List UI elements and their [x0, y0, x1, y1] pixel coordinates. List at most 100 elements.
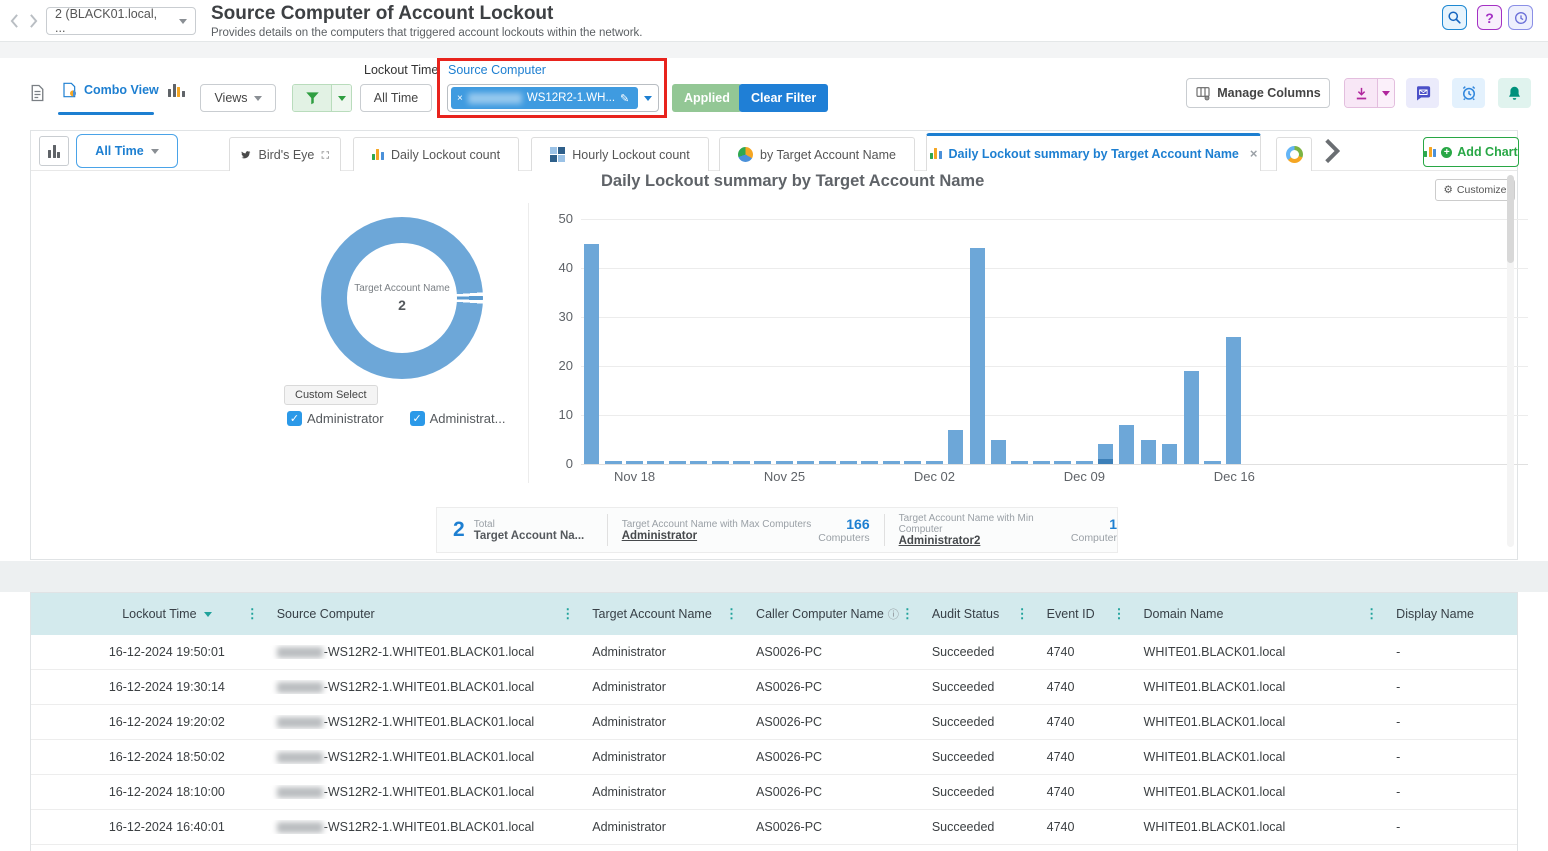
bar-segment-administrator[interactable] — [970, 248, 985, 464]
domain-context-selector[interactable]: 2 (BLACK01.local, ... — [46, 7, 196, 35]
search-button[interactable] — [1442, 5, 1467, 30]
clear-filter-button[interactable]: Clear Filter — [739, 84, 828, 112]
stat-max-name-link[interactable]: Administrator — [622, 530, 812, 542]
bar-slot-10[interactable] — [795, 219, 816, 464]
bar-slot-26[interactable] — [1138, 219, 1159, 464]
schedule-button[interactable] — [1452, 78, 1485, 108]
history-button[interactable] — [1508, 5, 1533, 30]
forward-icon[interactable] — [25, 8, 42, 34]
table-row-6[interactable]: 16-12-2024 16:40:01-WS12R2-1.WHITE01.BLA… — [31, 810, 1517, 845]
stat-min-name-link[interactable]: Administrator2 — [899, 535, 1071, 547]
bar-segment-administrator[interactable] — [991, 440, 1006, 465]
applied-button[interactable]: Applied — [672, 84, 742, 112]
manage-columns-button[interactable]: Manage Columns — [1186, 78, 1330, 108]
edit-pencil-icon[interactable]: ✎ — [620, 92, 629, 105]
expand-icon[interactable] — [321, 149, 330, 161]
column-menu-icon[interactable]: ⋮ — [246, 606, 259, 622]
bar-slot-3[interactable] — [645, 219, 666, 464]
chart-view-button[interactable] — [168, 84, 185, 102]
bar-slot-2[interactable] — [624, 219, 645, 464]
bar-segment-administrator[interactable] — [1119, 425, 1134, 464]
table-row-1[interactable]: 16-12-2024 19:50:01-WS12R2-1.WHITE01.BLA… — [31, 635, 1517, 670]
bar-slot-23[interactable] — [1073, 219, 1094, 464]
bar-slot-28[interactable] — [1180, 219, 1201, 464]
bar-slot-13[interactable] — [859, 219, 880, 464]
filter-dropdown[interactable] — [331, 85, 351, 111]
bar-slot-7[interactable] — [731, 219, 752, 464]
bar-slot-9[interactable] — [774, 219, 795, 464]
tab-combo-view[interactable]: Combo View — [62, 82, 159, 98]
custom-select-button[interactable]: Custom Select — [284, 385, 378, 405]
legend-item-2[interactable]: ✓Administrat... — [410, 411, 506, 426]
bar-segment-administrator[interactable] — [584, 244, 599, 465]
grid-view-button[interactable] — [30, 84, 45, 107]
feedback-button[interactable] — [1406, 78, 1439, 108]
table-row-3[interactable]: 16-12-2024 19:20:02-WS12R2-1.WHITE01.BLA… — [31, 705, 1517, 740]
sort-caret-icon[interactable] — [204, 612, 212, 617]
table-row-2[interactable]: 16-12-2024 19:30:14-WS12R2-1.WHITE01.BLA… — [31, 670, 1517, 705]
bar-slot-11[interactable] — [816, 219, 837, 464]
filter-button[interactable] — [293, 85, 331, 111]
bar-segment-administrator[interactable] — [1141, 440, 1156, 465]
tabs-scroll-next[interactable] — [1324, 139, 1340, 168]
bar-segment-administrator[interactable] — [1226, 337, 1241, 464]
column-menu-icon[interactable]: ⋮ — [1113, 606, 1126, 622]
chart-tab-2[interactable]: Daily Lockout count — [353, 137, 519, 171]
bar-segment-administrator[interactable] — [1162, 444, 1177, 464]
info-icon[interactable]: ⓘ — [888, 606, 899, 622]
customize-button[interactable]: ⚙ Customize — [1435, 179, 1515, 201]
bar-slot-15[interactable] — [902, 219, 923, 464]
bar-slot-29[interactable] — [1202, 219, 1223, 464]
bar-segment-administrator[interactable] — [1184, 371, 1199, 464]
back-icon[interactable] — [6, 8, 23, 34]
bar-slot-25[interactable] — [1116, 219, 1137, 464]
column-menu-icon[interactable]: ⋮ — [1016, 606, 1029, 622]
chart-tab-4[interactable]: by Target Account Name — [719, 137, 915, 171]
column-menu-icon[interactable]: ⋮ — [561, 606, 574, 622]
bar-slot-8[interactable] — [752, 219, 773, 464]
bar-slot-22[interactable] — [1052, 219, 1073, 464]
column-menu-icon[interactable]: ⋮ — [1365, 606, 1378, 622]
lockout-time-dropdown[interactable]: All Time — [360, 84, 432, 112]
chart-tab-5[interactable]: Daily Lockout summary by Target Account … — [926, 133, 1261, 171]
bar-slot-5[interactable] — [688, 219, 709, 464]
chart-scrollbar-thumb[interactable] — [1507, 175, 1514, 263]
bar-slot-24[interactable] — [1095, 219, 1116, 464]
legend-item-1[interactable]: ✓Administrator — [287, 411, 384, 426]
bar-slot-21[interactable] — [1031, 219, 1052, 464]
help-button[interactable]: ? — [1477, 5, 1502, 30]
checkbox-checked-icon[interactable]: ✓ — [287, 411, 302, 426]
chart-type-button[interactable] — [39, 136, 69, 166]
bar-slot-19[interactable] — [988, 219, 1009, 464]
bar-slot-18[interactable] — [966, 219, 987, 464]
bar-slot-4[interactable] — [667, 219, 688, 464]
chart-tab-3[interactable]: Hourly Lockout count — [531, 137, 709, 171]
bar-slot-6[interactable] — [709, 219, 730, 464]
chart-tab-1[interactable]: Bird's Eye — [229, 137, 341, 171]
bar-segment-administrator[interactable] — [948, 430, 963, 464]
chip-remove-icon[interactable]: × — [457, 93, 463, 104]
table-row-4[interactable]: 16-12-2024 18:50:02-WS12R2-1.WHITE01.BLA… — [31, 740, 1517, 775]
bar-slot-20[interactable] — [1009, 219, 1030, 464]
bar-slot-12[interactable] — [838, 219, 859, 464]
alerts-button[interactable] — [1498, 78, 1531, 108]
export-button[interactable] — [1345, 79, 1377, 107]
column-menu-icon[interactable]: ⋮ — [725, 606, 738, 622]
bar-slot-14[interactable] — [881, 219, 902, 464]
chevron-down-icon[interactable] — [644, 96, 652, 101]
column-header-1[interactable]: Lockout Time⋮ — [31, 593, 263, 635]
bar-slot-1[interactable] — [602, 219, 623, 464]
checkbox-checked-icon[interactable]: ✓ — [410, 411, 425, 426]
bar-segment-administrator[interactable] — [1098, 444, 1113, 459]
export-dropdown[interactable] — [1377, 79, 1394, 107]
bar-slot-0[interactable] — [581, 219, 602, 464]
bar-slot-16[interactable] — [924, 219, 945, 464]
add-chart-button[interactable]: + Add Chart — [1423, 137, 1519, 167]
bar-segment-administrator2[interactable] — [1098, 459, 1113, 464]
donut-chart[interactable]: Target Account Name 2 — [321, 217, 483, 379]
views-dropdown[interactable]: Views — [200, 84, 276, 112]
bar-slot-17[interactable] — [945, 219, 966, 464]
bar-slot-30[interactable] — [1223, 219, 1244, 464]
chart-time-range-dropdown[interactable]: All Time — [76, 134, 178, 168]
table-row-5[interactable]: 16-12-2024 18:10:00-WS12R2-1.WHITE01.BLA… — [31, 775, 1517, 810]
